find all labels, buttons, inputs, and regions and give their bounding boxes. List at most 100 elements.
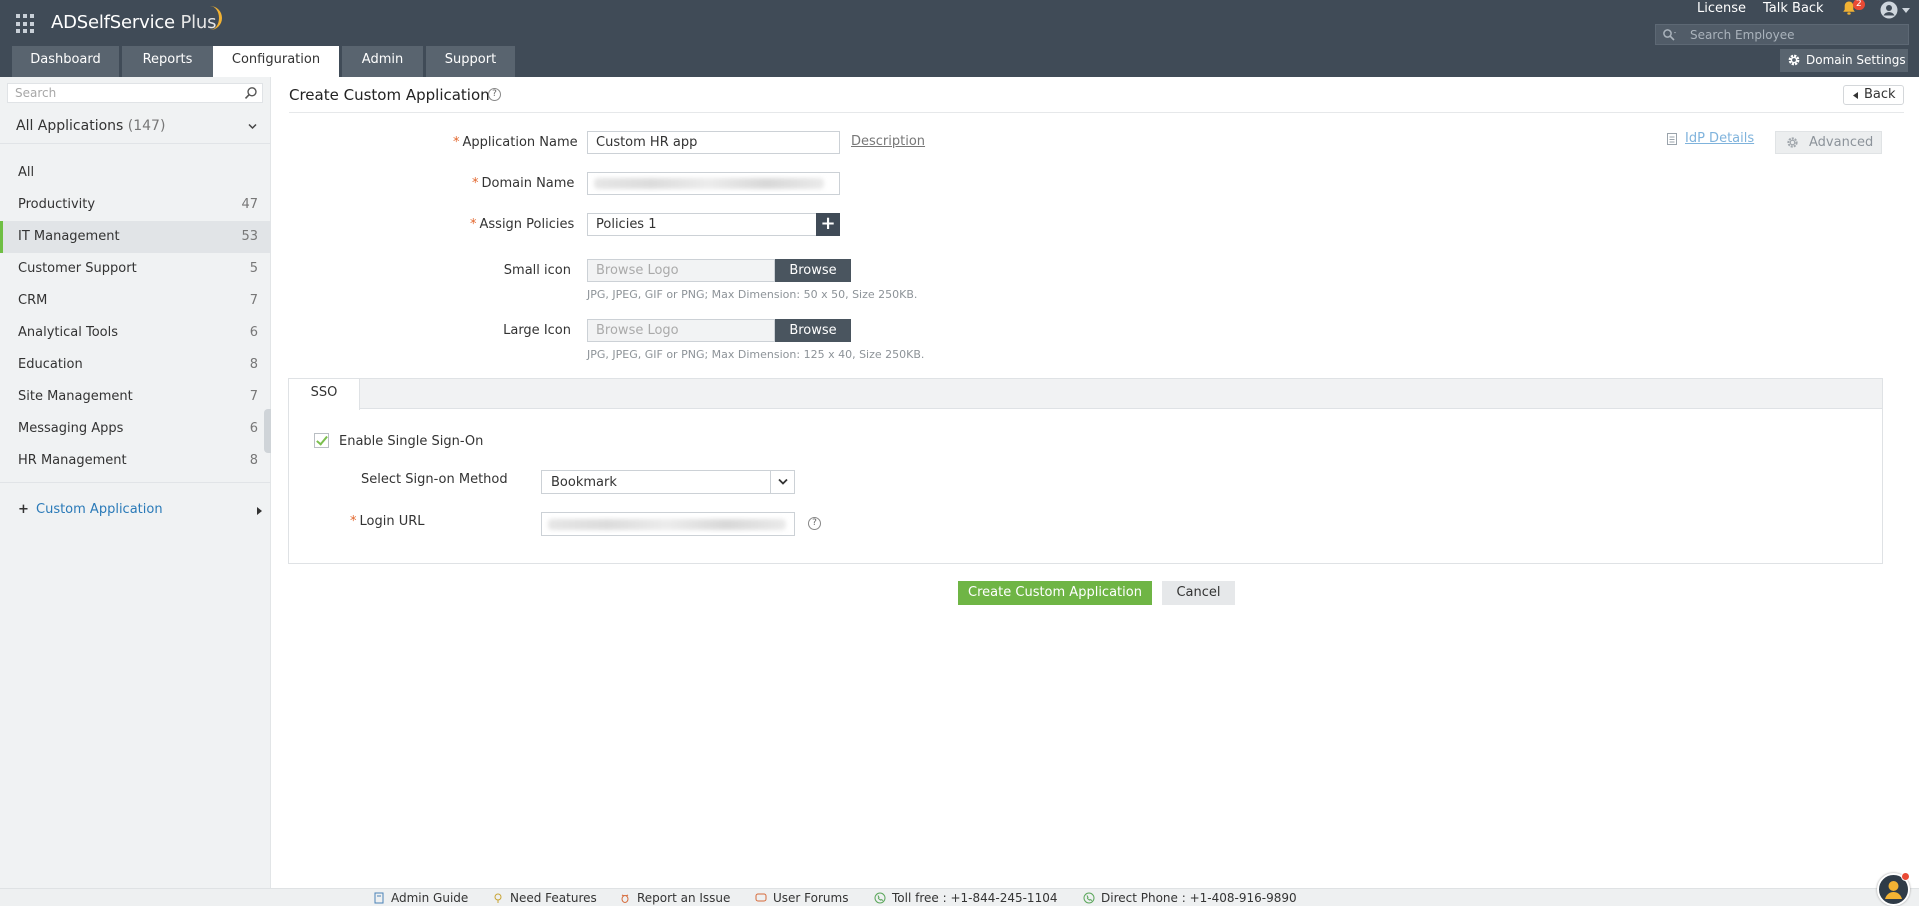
small-icon-file-field[interactable]: Browse Logo (587, 259, 775, 282)
app-grid-icon[interactable] (16, 14, 36, 34)
help-icon[interactable]: ? (488, 88, 501, 101)
tab-configuration[interactable]: Configuration (213, 46, 339, 77)
small-icon-hint: JPG, JPEG, GIF or PNG; Max Dimension: 50… (587, 288, 918, 301)
domain-name-label-text: Domain Name (481, 176, 575, 191)
all-applications-count: (147) (127, 118, 166, 134)
tab-reports[interactable]: Reports (122, 46, 213, 77)
sidebar-item-label: Productivity (18, 197, 96, 212)
sidebar-item-count: 5 (249, 261, 258, 276)
user-avatar-icon[interactable] (1880, 1, 1898, 19)
all-applications-dropdown[interactable]: All Applications (147) (16, 118, 165, 134)
back-label: Back (1864, 87, 1896, 102)
sidebar-item-label: Customer Support (18, 261, 137, 276)
sidebar-divider (0, 143, 271, 144)
license-link[interactable]: License (1697, 1, 1746, 16)
brand-swoosh-icon (206, 6, 222, 30)
login-url-label-text: Login URL (359, 514, 425, 529)
domain-settings-label: Domain Settings (1806, 53, 1906, 67)
phone-icon (1083, 892, 1095, 904)
sign-on-method-select[interactable]: Bookmark (541, 470, 795, 494)
large-icon-label: Large Icon (503, 323, 571, 338)
brand-name: ADSelfService (51, 12, 175, 33)
application-name-label-text: Application Name (462, 135, 578, 150)
sidebar-item-label: IT Management (18, 229, 120, 244)
bug-icon (621, 894, 629, 903)
document-icon (1667, 133, 1677, 145)
chevron-left-icon (1853, 92, 1858, 99)
advanced-button[interactable]: Advanced (1775, 131, 1882, 154)
top-header: ADSelfService Plus License Talk Back 2 D… (0, 0, 1919, 77)
large-icon-file-field[interactable]: Browse Logo (587, 319, 775, 342)
assign-policies-field[interactable]: Policies 1 (587, 213, 817, 236)
sidebar-item-productivity[interactable]: Productivity 47 (0, 189, 271, 221)
search-icon[interactable] (244, 86, 258, 100)
sidebar-item-site-management[interactable]: Site Management 7 (0, 381, 271, 413)
large-icon-browse-button[interactable]: Browse (775, 319, 851, 342)
application-name-input[interactable] (587, 131, 840, 154)
select-arrow[interactable] (770, 471, 794, 493)
add-policy-button[interactable]: + (816, 213, 840, 236)
tab-support[interactable]: Support (426, 46, 515, 77)
back-button[interactable]: Back (1843, 85, 1904, 105)
domain-name-input[interactable] (587, 172, 840, 195)
sidebar-item-label: Messaging Apps (18, 421, 124, 436)
sidebar-item-label: HR Management (18, 453, 127, 468)
custom-application-label: Custom Application (36, 502, 163, 517)
lightbulb-icon (494, 893, 502, 903)
advanced-label: Advanced (1809, 135, 1874, 150)
brand-logo[interactable]: ADSelfService Plus (51, 12, 217, 33)
sso-panel: SSO Enable Single Sign-On Select Sign-on… (288, 378, 1883, 564)
cancel-button[interactable]: Cancel (1162, 581, 1235, 605)
sidebar-item-it-management[interactable]: IT Management 53 (0, 221, 271, 253)
plus-icon: + (18, 502, 29, 517)
chevron-down-icon (778, 478, 788, 485)
required-marker: * (472, 176, 479, 191)
idp-details-link[interactable]: IdP Details (1685, 131, 1754, 146)
report-issue-link[interactable]: Report an Issue (619, 891, 730, 905)
sidebar-item-count: 6 (249, 325, 258, 340)
sso-tab-bar: SSO (289, 379, 1882, 410)
application-name-label: * Application Name (453, 135, 578, 150)
sidebar-item-count: 53 (241, 229, 258, 244)
tab-dashboard[interactable]: Dashboard (12, 46, 119, 77)
assign-policies-label: * Assign Policies (470, 217, 574, 232)
chevron-down-icon[interactable] (248, 122, 257, 131)
search-employee-input[interactable] (1690, 25, 1905, 44)
enable-sso-checkbox[interactable] (314, 433, 329, 448)
sidebar-search-input[interactable] (15, 85, 235, 101)
search-employee-box (1655, 24, 1909, 45)
create-custom-application-button[interactable]: Create Custom Application (958, 581, 1152, 605)
sidebar-item-customer-support[interactable]: Customer Support 5 (0, 253, 271, 285)
sidebar-item-education[interactable]: Education 8 (0, 349, 271, 381)
sidebar-item-analytical-tools[interactable]: Analytical Tools 6 (0, 317, 271, 349)
direct-phone-number: Direct Phone : +1-408-916-9890 (1083, 891, 1297, 905)
tab-admin[interactable]: Admin (342, 46, 423, 77)
chevron-down-icon[interactable] (1902, 8, 1910, 13)
gear-icon (1788, 54, 1800, 66)
login-url-input[interactable] (541, 512, 795, 536)
search-icon (1663, 29, 1676, 41)
sidebar-item-count: 6 (249, 421, 258, 436)
tab-sso[interactable]: SSO (289, 379, 360, 410)
chevron-right-icon[interactable] (257, 507, 262, 515)
description-link[interactable]: Description (851, 134, 925, 149)
sidebar-item-count: 8 (249, 357, 258, 372)
small-icon-browse-button[interactable]: Browse (775, 259, 851, 282)
user-forums-link[interactable]: User Forums (755, 891, 848, 905)
required-marker: * (453, 135, 460, 150)
talk-back-link[interactable]: Talk Back (1763, 1, 1824, 16)
required-marker: * (470, 217, 477, 232)
sidebar-collapse-handle[interactable] (264, 409, 271, 453)
sidebar-item-all[interactable]: All (0, 157, 271, 189)
custom-application-link[interactable]: + Custom Application (18, 502, 163, 517)
admin-guide-link[interactable]: Admin Guide (373, 891, 468, 905)
sidebar-item-crm[interactable]: CRM 7 (0, 285, 271, 317)
enable-sso-label[interactable]: Enable Single Sign-On (339, 434, 483, 449)
sidebar-item-messaging-apps[interactable]: Messaging Apps 6 (0, 413, 271, 445)
redacted-value (548, 519, 786, 530)
need-features-link[interactable]: Need Features (492, 891, 597, 905)
login-url-label: * Login URL (350, 514, 425, 529)
domain-settings-button[interactable]: Domain Settings (1780, 49, 1908, 72)
sidebar-item-hr-management[interactable]: HR Management 8 (0, 445, 271, 477)
help-icon[interactable]: ? (808, 517, 821, 530)
